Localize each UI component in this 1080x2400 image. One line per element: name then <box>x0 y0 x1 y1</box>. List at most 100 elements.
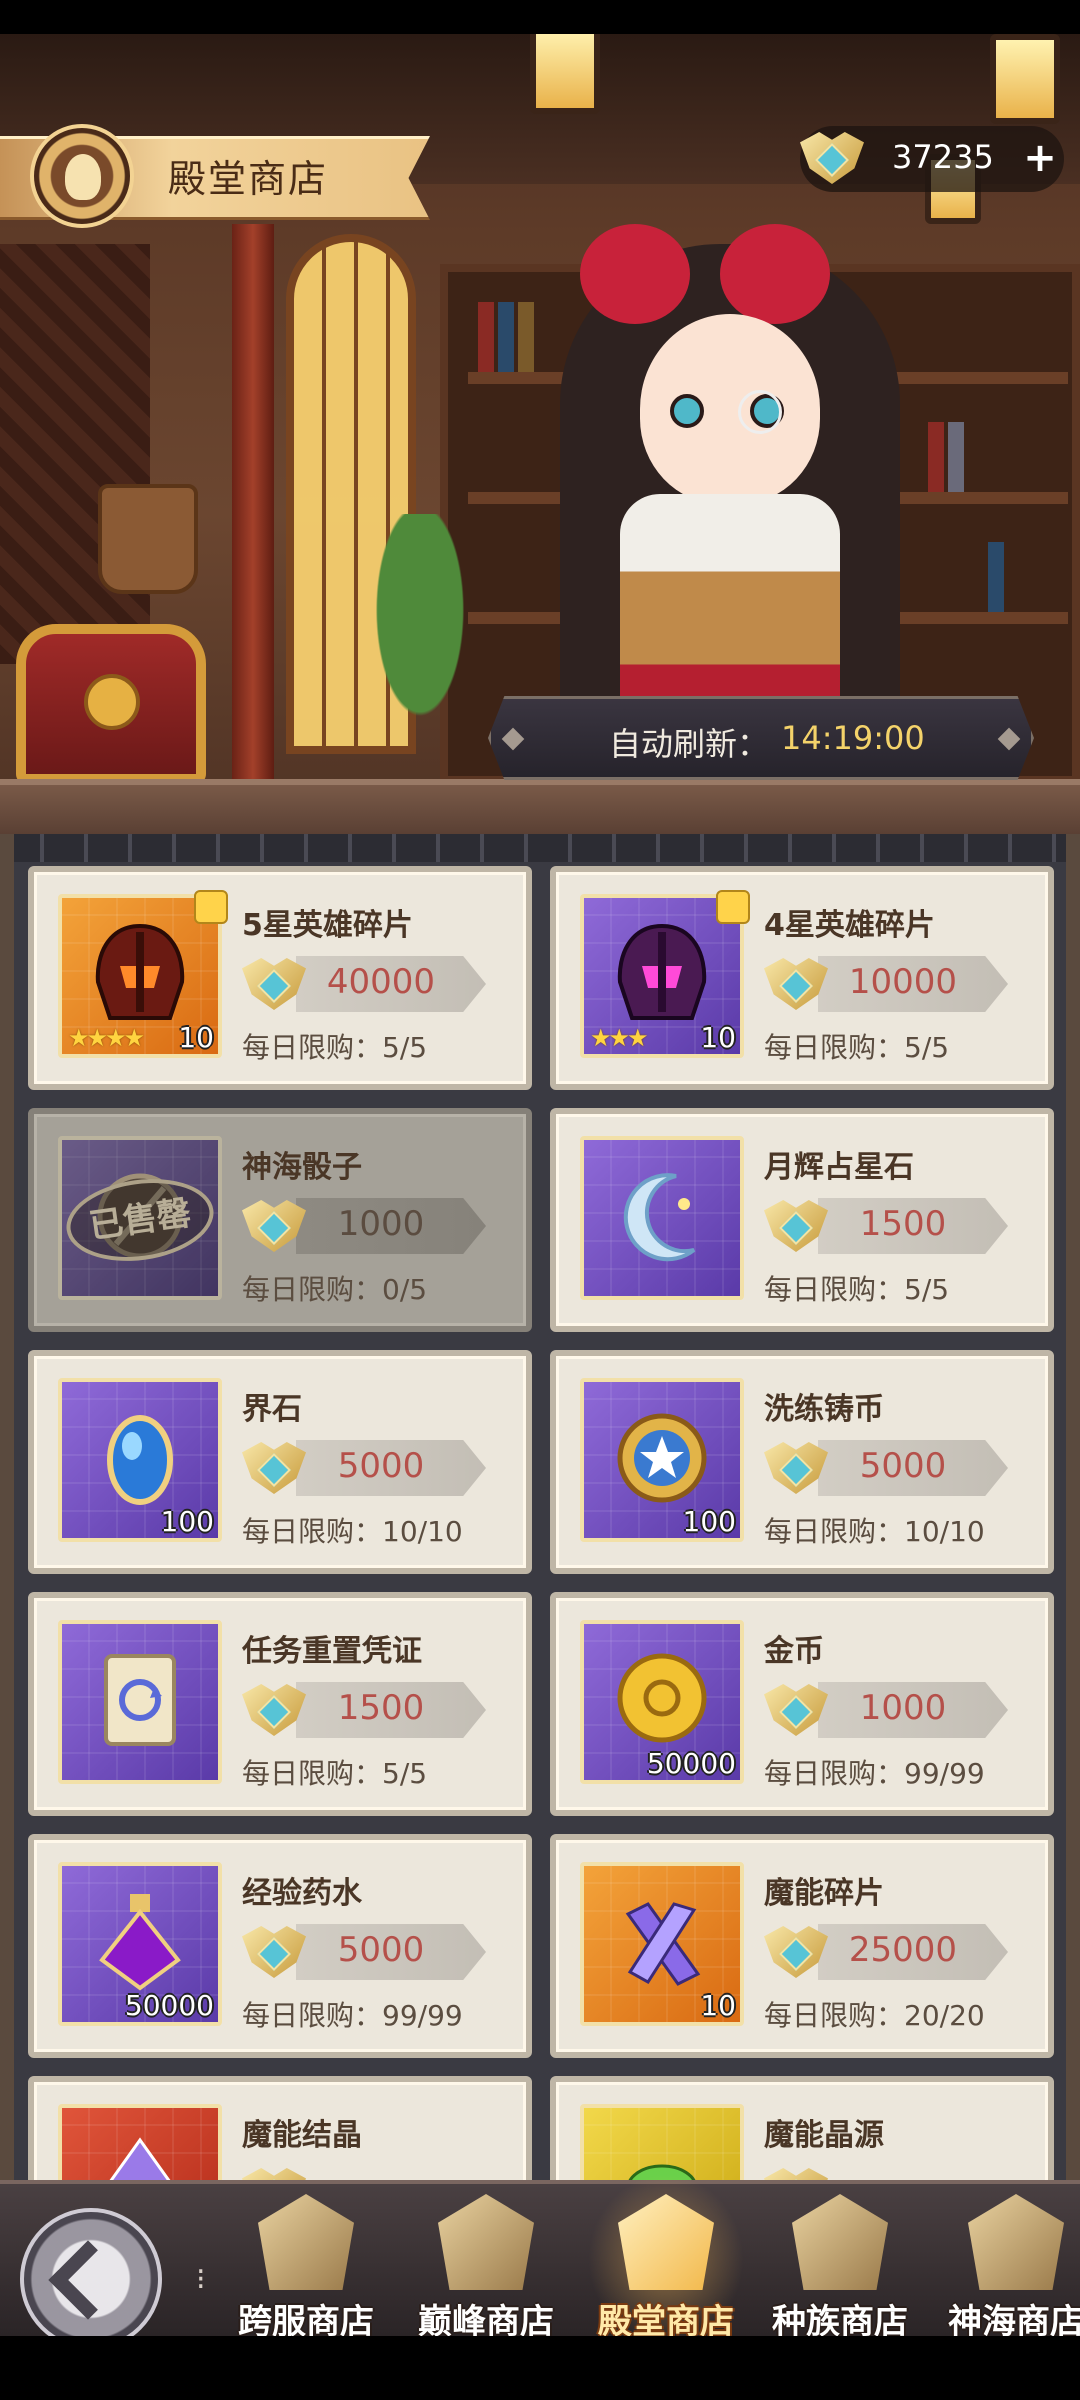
shop-item-card[interactable]: ★★★★ 10 5星英雄碎片 40000 每日限购：5/5 <box>28 866 532 1090</box>
item-price: 5000 <box>337 1930 425 1970</box>
daily-limit: 每日限购：5/5 <box>764 1273 950 1306</box>
item-quantity: 10 <box>700 1021 736 1054</box>
tab-cross-server-shop[interactable]: 跨服商店 <box>218 2194 394 2344</box>
tab-sea-shop[interactable]: 神海商店 <box>928 2194 1080 2344</box>
item-name: 魔能晶源 <box>764 2118 884 2153</box>
crescent-moon-icon <box>580 1136 744 1300</box>
shop-counter <box>0 779 1080 834</box>
item-quantity: 100 <box>160 1505 214 1538</box>
treasure-chest <box>16 624 206 784</box>
daily-limit: 每日限购：20/20 <box>764 1999 985 2032</box>
back-button[interactable] <box>20 2208 162 2350</box>
item-name: 5星英雄碎片 <box>242 908 413 943</box>
shop-title: 殿堂商店 <box>168 157 329 201</box>
item-price: 1000 <box>859 1688 947 1728</box>
hall-crest-icon <box>242 2162 306 2180</box>
puzzle-piece-icon <box>194 890 228 924</box>
item-quantity: 100 <box>682 1505 736 1538</box>
item-name: 任务重置凭证 <box>242 1634 422 1669</box>
item-price: 10000 <box>848 962 958 1002</box>
item-name: 金币 <box>764 1634 824 1669</box>
magic-source-icon <box>580 2104 744 2180</box>
refresh-label: 自动刷新： <box>609 725 770 763</box>
item-name: 经验药水 <box>242 1876 362 1911</box>
shop-item-card[interactable]: 任务重置凭证 1500 每日限购：5/5 <box>28 1592 532 1816</box>
shop-trim <box>0 834 1080 862</box>
tab-hall-shop[interactable]: 殿堂商店 <box>578 2174 754 2344</box>
magic-crystal-icon <box>58 2104 222 2180</box>
refresh-timer: 14:19:00 <box>781 719 925 757</box>
tab-peak-shop[interactable]: 巅峰商店 <box>398 2194 574 2344</box>
shop-item-card-sold-out[interactable]: 已售罄 神海骰子 1000 每日限购：0/5 <box>28 1108 532 1332</box>
tab-race-shop[interactable]: 种族商店 <box>752 2194 928 2344</box>
daily-limit: 每日限购：5/5 <box>242 1757 428 1790</box>
sea-shop-emblem-icon <box>968 2194 1064 2290</box>
cross-server-emblem-icon <box>258 2194 354 2290</box>
shop-item-grid[interactable]: ★★★★ 10 5星英雄碎片 40000 每日限购：5/5 ★★★ 10 4星英… <box>0 834 1080 2180</box>
peak-emblem-icon <box>438 2194 534 2290</box>
item-name: 界石 <box>242 1392 302 1427</box>
dice-icon: 已售罄 <box>58 1136 222 1300</box>
tab-separator: ⁝ <box>196 2262 206 2297</box>
item-price: 1500 <box>859 1204 947 1244</box>
item-name: 魔能碎片 <box>764 1876 884 1911</box>
potted-plant <box>360 514 480 754</box>
daily-limit: 每日限购：0/5 <box>242 1273 428 1306</box>
hanging-bag <box>98 484 198 594</box>
hall-crest-icon <box>800 126 864 190</box>
currency-amount: 37235 <box>892 138 994 176</box>
shop-item-card[interactable]: 50000 经验药水 5000 每日限购：99/99 <box>28 1834 532 2058</box>
reset-ticket-icon <box>58 1620 222 1784</box>
currency-display: 37235 + <box>800 126 1064 192</box>
pillar <box>232 224 274 784</box>
star-rating: ★★★★ <box>68 1024 145 1052</box>
item-price: 40000 <box>326 962 436 1002</box>
shop-item-card[interactable]: 10 魔能碎片 25000 每日限购：20/20 <box>550 1834 1054 2058</box>
helmet-red-icon: ★★★★ 10 <box>58 890 228 1058</box>
item-price: 1000 <box>337 1204 425 1244</box>
hall-emblem-icon <box>618 2194 714 2290</box>
item-quantity: 10 <box>178 1021 214 1054</box>
item-name: 洗练铸币 <box>764 1392 884 1427</box>
shop-item-card[interactable]: 魔能晶源 <box>550 2076 1054 2180</box>
lamp-icon <box>530 34 600 114</box>
item-quantity: 50000 <box>646 1747 736 1780</box>
star-coin-icon: 100 <box>580 1378 744 1542</box>
shop-item-card[interactable]: 100 洗练铸币 5000 每日限购：10/10 <box>550 1350 1054 1574</box>
shop-item-card[interactable]: 月辉占星石 1500 每日限购：5/5 <box>550 1108 1054 1332</box>
daily-limit: 每日限购：5/5 <box>242 1031 428 1064</box>
shop-item-card[interactable]: ★★★ 10 4星英雄碎片 10000 每日限购：5/5 <box>550 866 1054 1090</box>
shop-item-card[interactable]: 50000 金币 1000 每日限购：99/99 <box>550 1592 1054 1816</box>
item-name: 魔能结晶 <box>242 2118 362 2153</box>
potion-icon: 50000 <box>58 1862 222 2026</box>
daily-limit: 每日限购：5/5 <box>764 1031 950 1064</box>
race-emblem-icon <box>792 2194 888 2290</box>
item-quantity: 50000 <box>124 1989 214 2022</box>
shop-item-card[interactable]: 魔能结晶 <box>28 2076 532 2180</box>
lamp-icon <box>990 34 1060 124</box>
shop-item-card[interactable]: 100 界石 5000 每日限购：10/10 <box>28 1350 532 1574</box>
star-rating: ★★★ <box>590 1024 649 1052</box>
item-price: 5000 <box>337 1446 425 1486</box>
shop-tab-bar: ⁝ 跨服商店 巅峰商店 殿堂商店 种族商店 神海商店 <box>0 2174 1080 2350</box>
item-price: 5000 <box>859 1446 947 1486</box>
hot-air-balloon-icon <box>30 124 134 228</box>
add-currency-button[interactable]: + <box>1018 136 1062 180</box>
wall-panel <box>0 244 150 664</box>
system-nav-bar <box>0 2336 1080 2400</box>
item-name: 神海骰子 <box>242 1150 362 1185</box>
daily-limit: 每日限购：99/99 <box>242 1999 463 2032</box>
daily-limit: 每日限购：99/99 <box>764 1757 985 1790</box>
item-name: 月辉占星石 <box>764 1150 914 1185</box>
daily-limit: 每日限购：10/10 <box>764 1515 985 1548</box>
status-bar <box>0 0 1080 34</box>
magic-shard-icon: 10 <box>580 1862 744 2026</box>
item-quantity: 10 <box>700 1989 736 2022</box>
blue-crystal-icon: 100 <box>58 1378 222 1542</box>
item-name: 4星英雄碎片 <box>764 908 935 943</box>
auto-refresh-bar: 自动刷新： 14:19:00 <box>488 696 1034 780</box>
helmet-purple-icon: ★★★ 10 <box>580 890 750 1058</box>
item-price: 1500 <box>337 1688 425 1728</box>
back-arrow-icon <box>48 2240 128 2320</box>
daily-limit: 每日限购：10/10 <box>242 1515 463 1548</box>
